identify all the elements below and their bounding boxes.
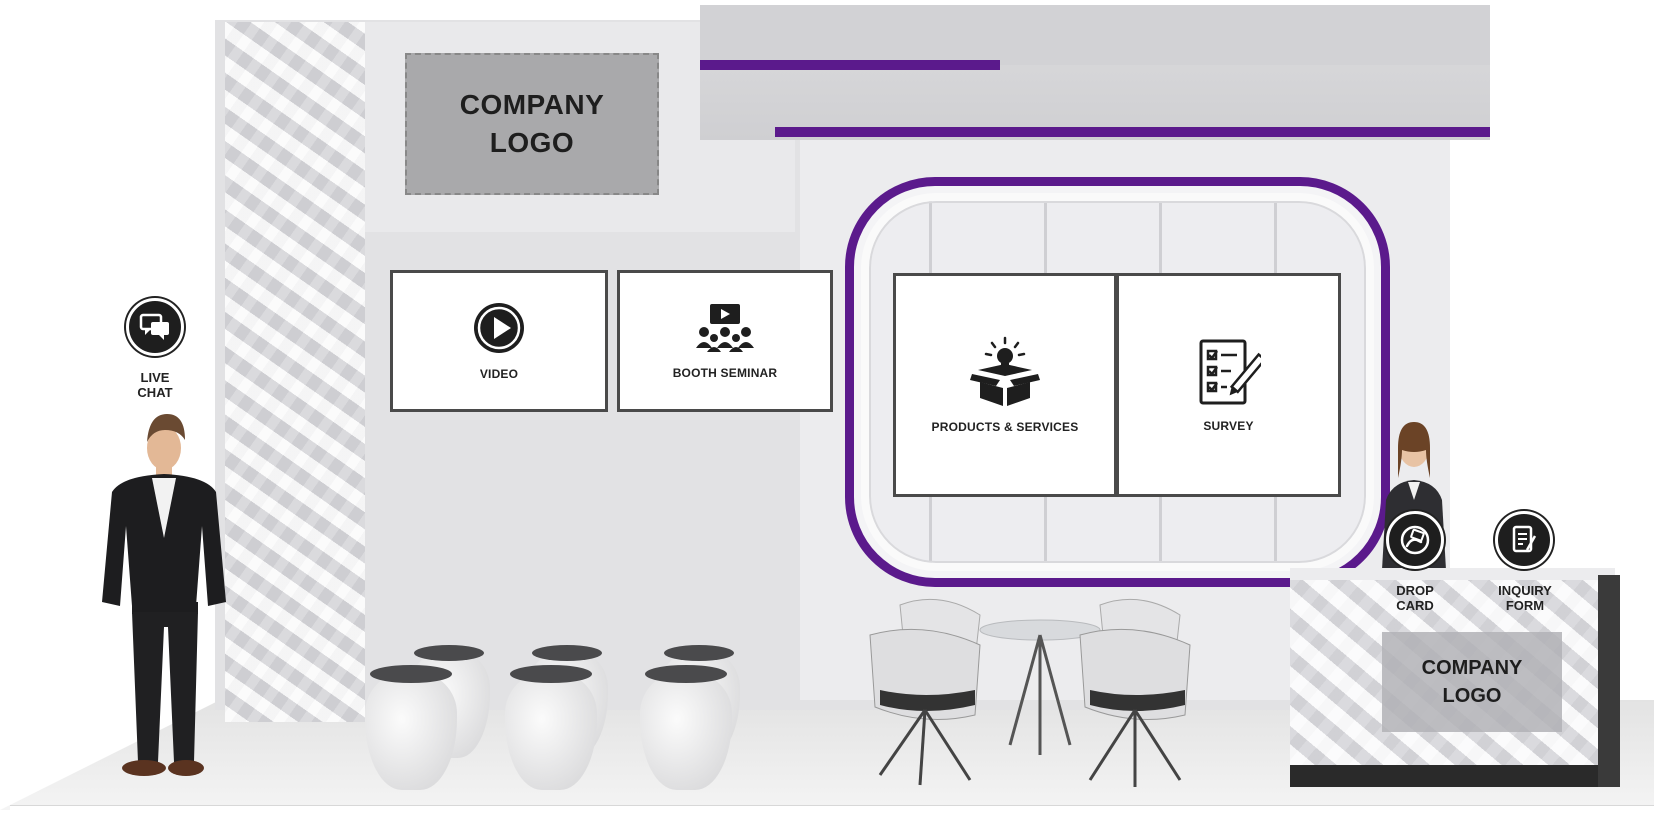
form-icon (1512, 525, 1537, 553)
inquiry-form-label[interactable]: INQUIRY FORM (1486, 583, 1564, 613)
reception-desk-side (1598, 575, 1620, 787)
header-canopy-top (700, 5, 1490, 65)
live-chat-label[interactable]: LIVE CHAT (120, 370, 190, 400)
survey-screen[interactable]: SURVEY (1117, 273, 1341, 497)
stool-cushion (532, 645, 602, 661)
accent-stripe-lower (775, 127, 1490, 137)
inquiry-form-button[interactable] (1495, 511, 1553, 569)
stool (640, 672, 732, 790)
drop-card-label[interactable]: DROP CARD (1378, 583, 1452, 613)
stool-cushion (370, 665, 452, 683)
live-chat-button[interactable] (126, 298, 184, 356)
play-icon (474, 303, 524, 353)
hand-card-icon (1400, 525, 1430, 555)
textured-column (225, 22, 365, 722)
chat-bubbles-icon (139, 313, 169, 340)
desk-company-logo-text: COMPANY LOGO (1421, 657, 1523, 707)
stool-cushion (414, 645, 484, 661)
reception-desk-base (1290, 765, 1615, 787)
stool-cushion (510, 665, 592, 683)
video-screen[interactable]: VIDEO (390, 270, 608, 412)
lounge-table-chairs (869, 598, 1191, 787)
products-services-label: PRODUCTS & SERVICES (931, 420, 1079, 434)
booth-seminar-screen[interactable]: BOOTH SEMINAR (617, 270, 833, 412)
products-services-screen[interactable]: PRODUCTS & SERVICES (893, 273, 1117, 497)
stool (505, 672, 597, 790)
survey-label: SURVEY (1203, 419, 1254, 433)
stool (365, 672, 457, 790)
idea-box-icon (970, 336, 1040, 406)
booth-seminar-label: BOOTH SEMINAR (672, 366, 778, 380)
seminar-presentation-icon (696, 304, 754, 352)
host-avatar (102, 414, 226, 776)
company-logo-text: COMPANY LOGO (459, 89, 605, 158)
checklist-icon (1199, 339, 1261, 405)
video-label: VIDEO (479, 367, 519, 381)
stool-cushion (645, 665, 727, 683)
stool-cushion (664, 645, 734, 661)
desk-company-logo[interactable]: COMPANY LOGO (1382, 632, 1562, 732)
drop-card-button[interactable] (1386, 511, 1444, 569)
company-logo-placeholder[interactable]: COMPANY LOGO (405, 53, 659, 195)
accent-stripe-upper (700, 60, 1000, 70)
floor-edge (10, 805, 1654, 816)
